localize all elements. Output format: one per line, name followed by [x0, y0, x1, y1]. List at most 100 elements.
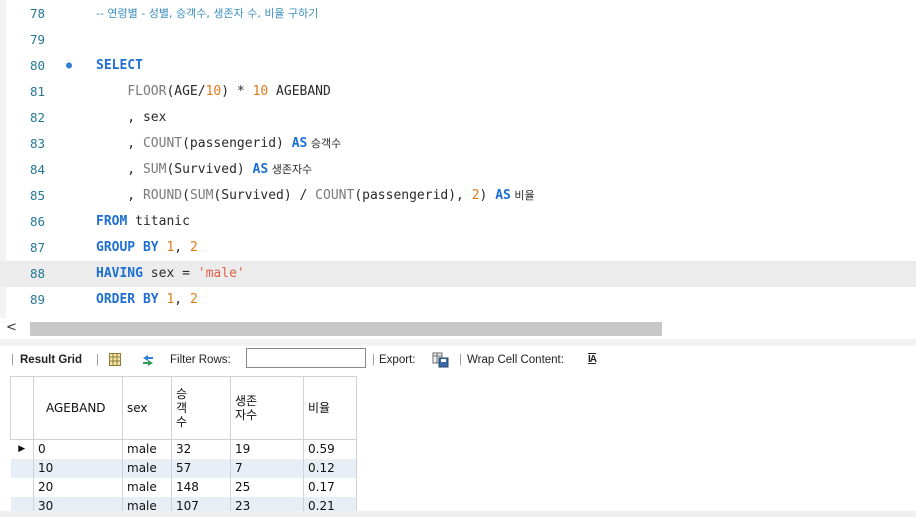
- cell-ageband[interactable]: 0: [33, 439, 123, 459]
- code-line[interactable]: 88 HAVING sex = 'male': [0, 261, 916, 287]
- toolbar-separator: |: [96, 354, 99, 366]
- code-line[interactable]: 80 ● SELECT: [0, 53, 916, 79]
- result-table: AGEBAND sex 승객수 생존자수 비율 ▶ 0 male 32 19 0.59 10…: [10, 376, 357, 511]
- code-token: 2: [471, 188, 480, 203]
- filter-rows-input[interactable]: [246, 348, 366, 368]
- line-number: 86: [30, 214, 46, 229]
- cell-sex[interactable]: male: [122, 497, 172, 511]
- scroll-left-icon[interactable]: <: [6, 320, 17, 335]
- toolbar-separator: |: [11, 354, 14, 366]
- column-header-ratio[interactable]: 비율: [303, 376, 357, 440]
- code-token: ORDER BY: [96, 292, 159, 307]
- code-line[interactable]: 85 , ROUND(SUM(Survived) / COUNT(passeng…: [0, 183, 916, 209]
- code-token: SUM: [142, 162, 167, 177]
- code-token: (: [182, 188, 190, 203]
- code-line[interactable]: 79: [0, 27, 916, 53]
- cell-passengers[interactable]: 32: [171, 439, 231, 459]
- code-token: ,: [96, 162, 143, 177]
- code-line[interactable]: 82 , sex: [0, 105, 916, 131]
- code-token: 10: [205, 84, 222, 99]
- scrollbar-thumb[interactable]: [30, 322, 662, 336]
- code-token: (AGE/: [166, 84, 206, 99]
- sql-editor[interactable]: 78 -- 연령별 - 성별, 승객수, 생존자 수, 비율 구하기 79 80 ● SE…: [0, 0, 916, 318]
- code-token: AS: [495, 188, 511, 203]
- cell-ageband[interactable]: 30: [33, 497, 123, 511]
- code-token: 2: [189, 292, 198, 307]
- code-token: 'male': [197, 266, 245, 281]
- cell-survivors[interactable]: 25: [230, 478, 304, 497]
- filter-toggle-icon[interactable]: [140, 354, 156, 367]
- cell-passengers[interactable]: 57: [171, 459, 231, 478]
- cell-ratio[interactable]: 0.17: [303, 478, 357, 497]
- code-token: ): [479, 188, 496, 203]
- cell-passengers[interactable]: 107: [171, 497, 231, 511]
- table-row[interactable]: 10 male 57 7 0.12: [10, 459, 357, 478]
- line-number: 88: [30, 266, 46, 281]
- code-token: SELECT: [96, 58, 143, 73]
- code-token: ROUND: [142, 188, 183, 203]
- cell-ratio[interactable]: 0.21: [303, 497, 357, 511]
- result-grid[interactable]: AGEBAND sex 승객수 생존자수 비율 ▶ 0 male 32 19 0.59 10…: [10, 376, 916, 511]
- cell-survivors[interactable]: 19: [230, 439, 304, 459]
- column-header-survivors[interactable]: 생존자수: [230, 376, 304, 440]
- line-number: 81: [30, 84, 46, 99]
- code-text: FROM titanic: [96, 209, 190, 235]
- code-line[interactable]: 83 , COUNT(passengerid) AS 승객수: [0, 131, 916, 157]
- bottom-status-strip: [0, 511, 916, 517]
- code-text: -- 연령별 - 성별, 승객수, 생존자 수, 비율 구하기: [96, 1, 318, 27]
- code-line[interactable]: 87 GROUP BY 1, 2: [0, 235, 916, 261]
- code-token: AS: [252, 162, 269, 177]
- line-number: 85: [30, 188, 46, 203]
- line-number: 82: [30, 110, 46, 125]
- code-token: FLOOR: [127, 84, 167, 99]
- export-icon[interactable]: [432, 351, 449, 368]
- row-header-corner: [10, 376, 34, 440]
- cell-passengers[interactable]: 148: [171, 478, 231, 497]
- cell-survivors[interactable]: 23: [230, 497, 304, 511]
- row-selector-icon[interactable]: [10, 497, 34, 511]
- row-selector-icon[interactable]: [10, 478, 34, 497]
- wrap-cell-label: Wrap Cell Content:: [467, 354, 564, 366]
- code-token: (Survived): [166, 162, 253, 177]
- row-selector-icon[interactable]: ▶: [10, 439, 34, 459]
- column-header-ageband[interactable]: AGEBAND: [33, 376, 123, 440]
- table-row[interactable]: 30 male 107 23 0.21: [10, 497, 357, 511]
- grid-layout-icon[interactable]: [109, 353, 121, 366]
- table-row[interactable]: ▶ 0 male 32 19 0.59: [10, 439, 357, 459]
- code-line[interactable]: 84 , SUM(Survived) AS 생존자수: [0, 157, 916, 183]
- column-header-sex[interactable]: sex: [122, 376, 172, 440]
- code-text: GROUP BY 1, 2: [96, 235, 198, 261]
- code-token: (passengerid): [182, 136, 292, 151]
- panel-divider[interactable]: [0, 339, 916, 346]
- code-token: (Survived) /: [213, 188, 316, 203]
- export-label: Export:: [379, 354, 416, 366]
- result-grid-tab[interactable]: Result Grid: [20, 354, 82, 366]
- cell-sex[interactable]: male: [122, 459, 172, 478]
- code-line[interactable]: 89 ORDER BY 1, 2: [0, 287, 916, 313]
- table-row[interactable]: 20 male 148 25 0.17: [10, 478, 357, 497]
- cell-survivors[interactable]: 7: [230, 459, 304, 478]
- horizontal-scrollbar[interactable]: <: [0, 319, 916, 339]
- code-token: SUM: [189, 188, 214, 203]
- wrap-cell-icon[interactable]: IA: [588, 354, 597, 365]
- code-line[interactable]: 86 FROM titanic: [0, 209, 916, 235]
- code-token: ,: [96, 188, 143, 203]
- column-header-passengers[interactable]: 승객수: [171, 376, 231, 440]
- cell-ageband[interactable]: 10: [33, 459, 123, 478]
- code-text: FLOOR(AGE/10) * 10 AGEBAND: [96, 79, 331, 105]
- code-line[interactable]: 78 -- 연령별 - 성별, 승객수, 생존자 수, 비율 구하기: [0, 1, 916, 27]
- line-number: 87: [30, 240, 46, 255]
- code-text: HAVING sex = 'male': [96, 261, 245, 287]
- code-token: 승객수: [307, 137, 342, 150]
- code-text: , sex: [96, 105, 166, 131]
- code-text: , COUNT(passengerid) AS 승객수: [96, 131, 341, 157]
- row-selector-icon[interactable]: [10, 459, 34, 478]
- cell-ratio[interactable]: 0.59: [303, 439, 357, 459]
- cell-ageband[interactable]: 20: [33, 478, 123, 497]
- cell-sex[interactable]: male: [122, 439, 172, 459]
- code-line[interactable]: 81 FLOOR(AGE/10) * 10 AGEBAND: [0, 79, 916, 105]
- cell-ratio[interactable]: 0.12: [303, 459, 357, 478]
- code-token: titanic: [127, 214, 190, 229]
- line-number: 80: [30, 58, 46, 73]
- cell-sex[interactable]: male: [122, 478, 172, 497]
